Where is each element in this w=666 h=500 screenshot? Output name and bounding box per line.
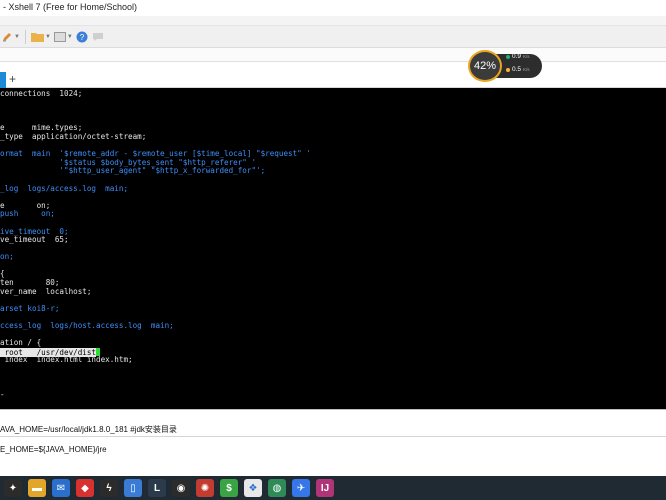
app-red-icon[interactable]: ◆ [76, 479, 94, 497]
download-icon [506, 67, 510, 72]
cpu-usage-gauge: 42% [468, 50, 502, 82]
terminal-line: ten 80; [0, 278, 60, 288]
folder-icon[interactable] [31, 30, 45, 44]
window-title: - Xshell 7 (Free for Home/School) [0, 0, 666, 16]
terminal-line: ccess_log logs/host.access.log main; [0, 321, 174, 331]
terminal-line: _type application/octet-stream; [0, 131, 147, 141]
terminal-line: ver_name localhost; [0, 286, 92, 296]
menu-strip [0, 16, 666, 26]
address-bar[interactable] [0, 48, 666, 62]
edit-icon[interactable] [0, 30, 14, 44]
feishu-icon[interactable]: ✈ [292, 479, 310, 497]
taskbar: ✦ ▬ ✉ ◆ ϟ ▯ L ◉ ✺ $ ❖ ◍ ✈ IJ [0, 476, 666, 500]
terminal-line: arset koi8-r; [0, 303, 60, 313]
terminal-line: - [0, 389, 5, 399]
terminal-line: index index.html index.htm; [0, 355, 133, 365]
divider [0, 436, 666, 437]
status-line-1: AVA_HOME=/usr/local/jdk1.8.0_181 #jdk安装目… [0, 425, 177, 434]
xshell-icon[interactable]: ✺ [196, 479, 214, 497]
mail-icon[interactable]: ✉ [52, 479, 70, 497]
toolbar-divider [24, 29, 26, 44]
game-icon[interactable]: L [148, 479, 166, 497]
terminal-line: ve_timeout 65; [0, 235, 69, 245]
terminal-line: ation / { [0, 338, 42, 348]
download-unit: K/s [523, 67, 530, 72]
file-explorer-icon[interactable]: ▬ [28, 479, 46, 497]
terminal-line: push on; [0, 209, 55, 219]
help-icon[interactable]: ? [75, 30, 89, 44]
terminal-line: { [0, 269, 5, 279]
download-value: 0.5 [512, 66, 522, 73]
terminal-icon[interactable]: ϟ [100, 479, 118, 497]
tab-bar: + [0, 62, 666, 88]
upload-unit: K/s [523, 54, 530, 59]
status-line-2: E_HOME=${JAVA_HOME}/jre [0, 445, 107, 454]
net-icon[interactable]: ❖ [244, 479, 262, 497]
browser-icon[interactable]: ◍ [268, 479, 286, 497]
idea-icon[interactable]: IJ [316, 479, 334, 497]
chat-icon[interactable] [91, 30, 105, 44]
add-tab-button[interactable]: + [9, 72, 16, 86]
svg-text:?: ? [80, 33, 85, 42]
toolbar: ▼ ▼ ▼ ? [0, 26, 666, 48]
compose-area[interactable]: AVA_HOME=/usr/local/jdk1.8.0_181 #jdk安装目… [0, 409, 666, 476]
money-icon[interactable]: $ [220, 479, 238, 497]
panel-icon[interactable] [53, 30, 67, 44]
tablet-icon[interactable]: ▯ [124, 479, 142, 497]
terminal-line: on; [0, 252, 14, 262]
chrome-icon[interactable]: ◉ [172, 479, 190, 497]
start-icon[interactable]: ✦ [4, 479, 22, 497]
terminal-line: ive_timeout 0; [0, 226, 69, 236]
chevron-down-icon[interactable]: ▼ [45, 34, 51, 40]
upload-speed: 0.9 K/s [506, 53, 530, 60]
terminal-line: connections 1024; [0, 89, 83, 98]
terminal-line: '"$http_user_agent" "$http_x_forwarded_f… [0, 166, 266, 176]
download-speed: 0.5 K/s [506, 66, 530, 73]
tab-session[interactable] [0, 72, 6, 88]
terminal-line: _log logs/access.log main; [0, 183, 129, 193]
chevron-down-icon[interactable]: ▼ [67, 34, 73, 40]
terminal-output[interactable]: connections 1024; e mime.types; _type appl… [0, 88, 666, 409]
network-speed-widget[interactable]: 42% 0.9 K/s 0.5 K/s [468, 50, 542, 82]
chevron-down-icon[interactable]: ▼ [14, 34, 20, 40]
upload-icon [506, 54, 510, 59]
terminal-line: e on; [0, 200, 51, 210]
upload-value: 0.9 [512, 53, 522, 60]
